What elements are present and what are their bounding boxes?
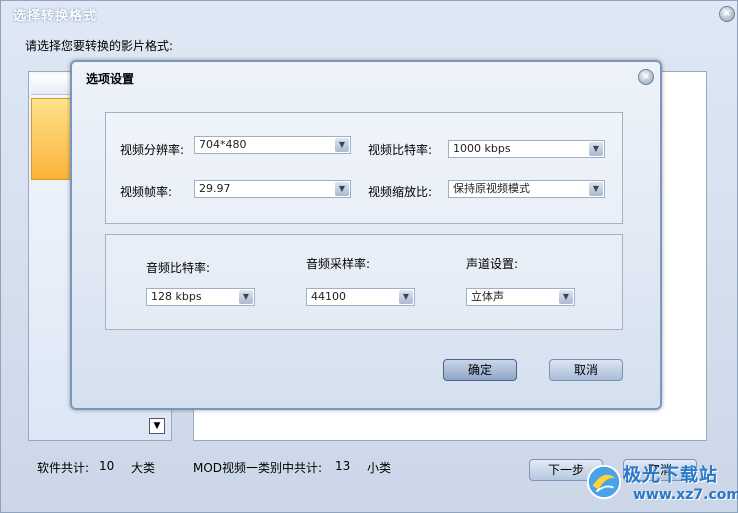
- chevron-down-icon: ▼: [589, 142, 603, 156]
- audio-samplerate-value: 44100: [311, 290, 346, 303]
- video-resolution-value: 704*480: [199, 138, 247, 151]
- audio-bitrate-label: 音频比特率:: [146, 261, 211, 275]
- dialog-cancel-button[interactable]: 取消: [549, 359, 623, 381]
- chevron-down-icon: ▼: [335, 138, 349, 152]
- chevron-down-icon: ▼: [589, 182, 603, 196]
- chevron-down-icon: ▼: [559, 290, 573, 304]
- list-scroll-down-icon[interactable]: ▼: [149, 418, 165, 434]
- category-count-label: MOD视频一类别中共计:: [193, 461, 323, 475]
- audio-bitrate-select[interactable]: 128 kbps ▼: [146, 288, 255, 306]
- ok-button[interactable]: 确定: [443, 359, 517, 381]
- category-count-unit: 小类: [367, 461, 392, 475]
- video-scale-label: 视频缩放比:: [368, 185, 433, 199]
- software-count-unit: 大类: [131, 461, 156, 475]
- video-resolution-select[interactable]: 704*480 ▼: [194, 136, 351, 154]
- video-framerate-label: 视频帧率:: [120, 185, 173, 199]
- watermark: 极光下载站 www.xz7.com: [585, 461, 738, 509]
- video-bitrate-value: 1000 kbps: [453, 142, 511, 155]
- software-count-value: 10: [99, 459, 115, 473]
- video-resolution-label: 视频分辨率:: [120, 143, 185, 157]
- audio-settings-group: 音频比特率: 128 kbps ▼ 音频采样率: 44100 ▼ 声道设置: 立…: [105, 234, 623, 330]
- audio-channel-select[interactable]: 立体声 ▼: [466, 288, 575, 306]
- audio-samplerate-label: 音频采样率:: [306, 257, 371, 271]
- watermark-logo-icon: [586, 464, 622, 500]
- chevron-down-icon: ▼: [399, 290, 413, 304]
- window-close-icon[interactable]: ×: [719, 6, 735, 22]
- video-framerate-value: 29.97: [199, 182, 231, 195]
- format-prompt: 请选择您要转换的影片格式:: [25, 39, 174, 53]
- audio-channel-label: 声道设置:: [466, 257, 519, 271]
- audio-bitrate-value: 128 kbps: [151, 290, 202, 303]
- category-count-value: 13: [335, 459, 351, 473]
- watermark-url: www.xz7.com: [633, 487, 738, 503]
- software-count-label: 软件共计:: [37, 461, 90, 475]
- video-bitrate-select[interactable]: 1000 kbps ▼: [448, 140, 605, 158]
- chevron-down-icon: ▼: [335, 182, 349, 196]
- audio-samplerate-select[interactable]: 44100 ▼: [306, 288, 415, 306]
- chevron-down-icon: ▼: [239, 290, 253, 304]
- audio-channel-value: 立体声: [471, 290, 504, 303]
- options-dialog: 选项设置 × 视频分辨率: 704*480 ▼ 视频比特率: 1000 kbps…: [70, 60, 662, 410]
- video-settings-group: 视频分辨率: 704*480 ▼ 视频比特率: 1000 kbps ▼ 视频帧率…: [105, 112, 623, 224]
- watermark-name: 极光下载站: [623, 465, 718, 486]
- video-scale-value: 保持原视频模式: [453, 182, 530, 195]
- video-framerate-select[interactable]: 29.97 ▼: [194, 180, 351, 198]
- window-title: 选择转换格式: [13, 9, 98, 24]
- video-bitrate-label: 视频比特率:: [368, 143, 433, 157]
- dialog-close-icon[interactable]: ×: [638, 69, 654, 85]
- dialog-title: 选项设置: [86, 72, 135, 86]
- video-scale-select[interactable]: 保持原视频模式 ▼: [448, 180, 605, 198]
